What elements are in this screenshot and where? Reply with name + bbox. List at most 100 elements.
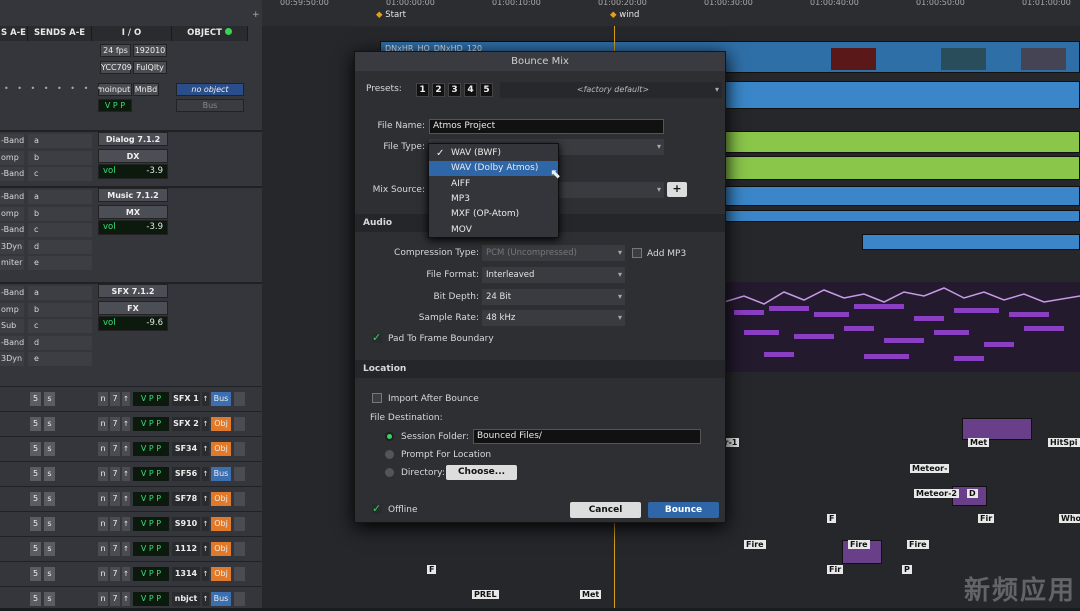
track-object-arrow-icon[interactable]: ↑ [202, 392, 209, 406]
track-7[interactable]: 7 [110, 517, 120, 531]
insert-slot[interactable]: miter [0, 256, 24, 270]
file-type-option[interactable]: WAV (Dolby Atmos) [429, 161, 558, 177]
track-object-mode[interactable]: Obj [211, 417, 231, 431]
file-type-option[interactable]: MXF (OP-Atom) [429, 207, 558, 222]
sfx-clip-label[interactable]: Who [1059, 514, 1080, 523]
insert-slot[interactable]: -Band [0, 223, 24, 237]
track-7[interactable]: 7 [110, 542, 120, 556]
prompt-location-radio[interactable] [385, 450, 394, 459]
file-type-option[interactable]: AIFF [429, 177, 558, 192]
ruler-add-button[interactable]: + [252, 10, 260, 20]
send-slot[interactable]: c [28, 319, 92, 333]
track-7[interactable]: 7 [110, 392, 120, 406]
sfx-clip-label[interactable]: D [967, 489, 978, 498]
music-clip-1[interactable] [724, 186, 1080, 206]
track-end-button[interactable] [234, 392, 245, 406]
track-n[interactable]: n [98, 542, 108, 556]
track-7[interactable]: 7 [110, 442, 120, 456]
track-n[interactable]: n [98, 417, 108, 431]
track-count[interactable]: 5 [30, 542, 41, 556]
track-7[interactable]: 7 [110, 492, 120, 506]
track-arrow-icon[interactable]: ↑ [122, 392, 130, 406]
preset-3-button[interactable]: 3 [448, 83, 461, 97]
track-7[interactable]: 7 [110, 567, 120, 581]
preset-4-button[interactable]: 4 [464, 83, 477, 97]
track-solo[interactable]: s [44, 592, 55, 606]
bus-selector[interactable]: DX [98, 149, 168, 163]
send-slot[interactable]: a [28, 134, 92, 148]
mnbd-selector[interactable]: MnBd [133, 83, 159, 96]
quality-field[interactable]: FulQlty [133, 61, 167, 74]
track-object-arrow-icon[interactable]: ↑ [202, 592, 209, 606]
sfx-clip-label[interactable]: F [827, 514, 837, 523]
track-end-button[interactable] [234, 592, 245, 606]
send-slot[interactable]: e [28, 256, 92, 270]
track-name[interactable]: nbjct [172, 592, 200, 606]
track-arrow-icon[interactable]: ↑ [122, 567, 130, 581]
dialog-clip-1[interactable] [724, 131, 1080, 153]
vpp-buttons[interactable]: V P P [98, 99, 132, 112]
track-object-arrow-icon[interactable]: ↑ [202, 542, 209, 556]
track-name[interactable]: SFX 2 [172, 417, 200, 431]
track-end-button[interactable] [234, 467, 245, 481]
insert-slot[interactable]: 3Dyn [0, 239, 24, 254]
bus-selector[interactable]: FX [98, 301, 168, 315]
track-n[interactable]: n [98, 517, 108, 531]
sfx-clip-label[interactable]: PREL [472, 590, 499, 599]
sfx-clip-label[interactable]: Met [968, 438, 990, 447]
preset-dropdown[interactable]: <factory default> [500, 82, 722, 98]
track-n[interactable]: n [98, 467, 108, 481]
file-type-option[interactable]: WAV (BWF) [429, 146, 558, 161]
track-vp[interactable]: V P P [133, 442, 169, 456]
track-vp[interactable]: V P P [133, 492, 169, 506]
track-end-button[interactable] [234, 492, 245, 506]
track-count[interactable]: 5 [30, 442, 41, 456]
directory-radio[interactable] [385, 468, 394, 477]
send-slot[interactable]: b [28, 150, 92, 165]
compression-type-dropdown[interactable]: PCM (Uncompressed) [482, 245, 625, 261]
track-object-arrow-icon[interactable]: ↑ [202, 567, 209, 581]
track-solo[interactable]: s [44, 392, 55, 406]
sfx-clip-label[interactable]: Fire [744, 540, 766, 549]
track-object-mode[interactable]: Bus [211, 592, 231, 606]
track-vp[interactable]: V P P [133, 417, 169, 431]
track-name[interactable]: SF34 [172, 442, 200, 456]
color-field[interactable]: YCC709 [100, 61, 132, 74]
track-arrow-icon[interactable]: ↑ [122, 442, 130, 456]
insert-slot[interactable]: 3Dyn [0, 352, 24, 366]
sfx-clip-label[interactable]: Fire [907, 540, 929, 549]
track-solo[interactable]: s [44, 567, 55, 581]
send-slot[interactable]: b [28, 302, 92, 317]
track-vp[interactable]: V P P [133, 467, 169, 481]
pad-frame-checkbox[interactable]: ✓ [372, 332, 382, 343]
track-solo[interactable]: s [44, 417, 55, 431]
sfx-automation-area[interactable] [724, 282, 1080, 372]
no-object-selector[interactable]: no object [176, 83, 244, 96]
marker-wind[interactable]: ◆ wind [610, 10, 639, 20]
track-solo[interactable]: s [44, 492, 55, 506]
track-name[interactable]: SF56 [172, 467, 200, 481]
track-object-arrow-icon[interactable]: ↑ [202, 467, 209, 481]
fps-field[interactable]: 24 fps [100, 44, 131, 57]
preset-2-button[interactable]: 2 [432, 83, 445, 97]
track-end-button[interactable] [234, 417, 245, 431]
track-solo[interactable]: s [44, 442, 55, 456]
track-end-button[interactable] [234, 567, 245, 581]
file-type-option[interactable]: MOV [429, 223, 558, 238]
preset-1-button[interactable]: 1 [416, 83, 429, 97]
track-object-arrow-icon[interactable]: ↑ [202, 517, 209, 531]
track-7[interactable]: 7 [110, 592, 120, 606]
track-vp[interactable]: V P P [133, 542, 169, 556]
track-object-mode[interactable]: Obj [211, 442, 231, 456]
track-end-button[interactable] [234, 442, 245, 456]
cancel-button[interactable]: Cancel [570, 502, 641, 518]
insert-slot[interactable]: omp [0, 206, 24, 221]
track-count[interactable]: 5 [30, 417, 41, 431]
volume-field[interactable]: vol -3.9 [98, 220, 168, 235]
sfx-clip-label[interactable]: F [427, 565, 437, 574]
track-count[interactable]: 5 [30, 592, 41, 606]
send-slot[interactable]: b [28, 206, 92, 221]
track-7[interactable]: 7 [110, 417, 120, 431]
track-end-button[interactable] [234, 517, 245, 531]
track-count[interactable]: 5 [30, 492, 41, 506]
